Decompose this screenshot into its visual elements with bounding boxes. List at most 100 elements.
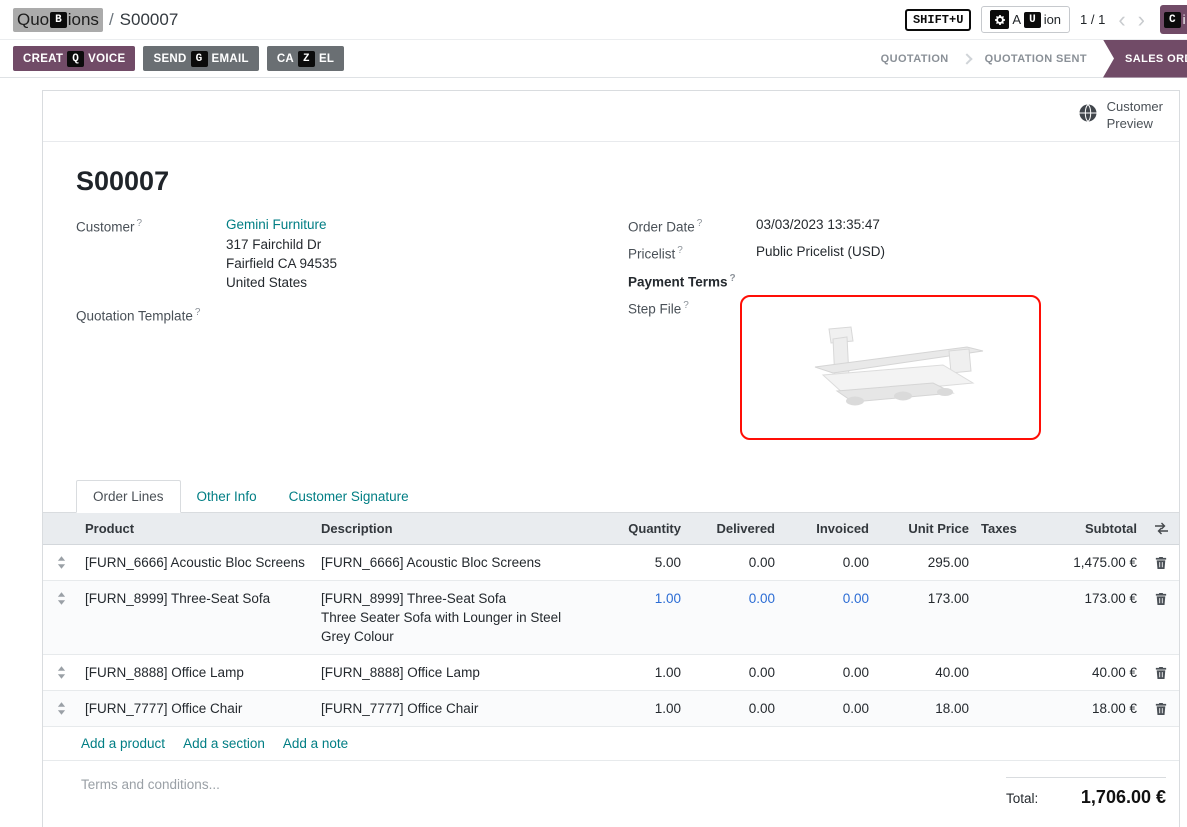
col-unit-price[interactable]: Unit Price [875, 513, 975, 544]
cell-taxes[interactable] [975, 655, 1025, 690]
drag-handle-icon[interactable] [43, 545, 79, 580]
cell-taxes[interactable] [975, 545, 1025, 580]
statusbar: QUOTATION QUOTATION SENTSALES ORDER [865, 40, 1187, 77]
cell-delivered[interactable]: 0.00 [687, 655, 781, 690]
cell-delivered[interactable]: 0.00 [687, 691, 781, 726]
cell-invoiced[interactable]: 0.00 [781, 691, 875, 726]
address-line: United States [226, 273, 628, 292]
create-invoice-button[interactable]: CREAT Q VOICE [13, 46, 135, 71]
cell-description[interactable]: [FURN_7777] Office Chair [315, 691, 587, 726]
delete-row-icon[interactable] [1143, 655, 1179, 690]
drag-handle-icon[interactable] [43, 581, 79, 654]
hotkey-badge: Z [298, 51, 315, 67]
drag-handle-icon[interactable] [43, 691, 79, 726]
send-email-label-prefix: SEND [153, 53, 186, 65]
address-line: Fairfield CA 94535 [226, 254, 628, 273]
order-date-value[interactable]: 03/03/2023 13:35:47 [756, 217, 1146, 232]
status-quotation[interactable]: QUOTATION [865, 53, 965, 65]
cell-product[interactable]: [FURN_7777] Office Chair [79, 691, 315, 726]
order-date-field-label: Order Date? [628, 217, 756, 235]
tab-other-info[interactable]: Other Info [181, 480, 273, 512]
cell-quantity[interactable]: 1.00 [587, 655, 687, 690]
cell-product[interactable]: [FURN_6666] Acoustic Bloc Screens [79, 545, 315, 580]
pager-next-button[interactable]: › [1133, 10, 1150, 30]
totals-block: Total: 1,706.00 € [1006, 777, 1166, 808]
cell-invoiced[interactable]: 0.00 [781, 655, 875, 690]
form-sheet: CustomerPreview S00007 Customer? Gemini … [42, 90, 1180, 827]
cell-subtotal: 1,475.00 € [1025, 545, 1143, 580]
description-line: [FURN_6666] Acoustic Bloc Screens [321, 553, 581, 572]
edge-create-button[interactable]: Ci [1160, 5, 1187, 34]
hotkey-badge: Q [67, 51, 84, 67]
cell-product[interactable]: [FURN_8999] Three-Seat Sofa [79, 581, 315, 654]
status-sales-order[interactable]: SALES ORDER [1103, 40, 1187, 78]
optional-columns-icon[interactable] [1143, 513, 1179, 544]
breadcrumb-separator: / [109, 10, 114, 30]
cell-taxes[interactable] [975, 691, 1025, 726]
order-line-row[interactable]: [FURN_8888] Office Lamp[FURN_8888] Offic… [43, 655, 1179, 691]
col-subtotal[interactable]: Subtotal [1025, 513, 1143, 544]
add-a-note-link[interactable]: Add a note [283, 736, 348, 751]
col-delivered[interactable]: Delivered [687, 513, 781, 544]
order-lines-body: [FURN_6666] Acoustic Bloc Screens [FURN_6… [43, 545, 1179, 727]
terms-placeholder[interactable]: Terms and conditions... [81, 777, 220, 808]
pager-prev-button[interactable]: ‹ [1113, 10, 1130, 30]
tab-order-lines[interactable]: Order Lines [76, 480, 181, 513]
cell-delivered[interactable]: 0.00 [687, 545, 781, 580]
col-product[interactable]: Product [79, 513, 315, 544]
cell-quantity[interactable]: 5.00 [587, 545, 687, 580]
cell-delivered[interactable]: 0.00 [687, 581, 781, 654]
send-email-button[interactable]: SENDGEMAIL [143, 46, 258, 71]
delete-row-icon[interactable] [1143, 545, 1179, 580]
cell-quantity[interactable]: 1.00 [587, 691, 687, 726]
create-invoice-label-suffix: VOICE [88, 53, 125, 65]
cancel-button[interactable]: CAZEL [267, 46, 344, 71]
customer-value-link[interactable]: Gemini Furniture [226, 217, 628, 232]
order-lines-footer: Add a product Add a section Add a note [43, 727, 1179, 761]
col-taxes[interactable]: Taxes [975, 513, 1025, 544]
customer-preview-label: CustomerPreview [1107, 99, 1163, 133]
cell-description[interactable]: [FURN_8888] Office Lamp [315, 655, 587, 690]
field-group-left: Customer? Gemini Furniture 317 Fairchild… [76, 217, 628, 334]
drag-handle-icon[interactable] [43, 655, 79, 690]
description-line: Three Seater Sofa with Lounger in Steel … [321, 608, 581, 646]
status-quotation-sent[interactable]: QUOTATION SENT [969, 53, 1103, 65]
total-label: Total: [1006, 791, 1038, 806]
delete-row-icon[interactable] [1143, 581, 1179, 654]
col-description[interactable]: Description [315, 513, 587, 544]
cell-product[interactable]: [FURN_8888] Office Lamp [79, 655, 315, 690]
action-menu-button[interactable]: AUion [981, 6, 1070, 33]
cell-unit-price[interactable]: 18.00 [875, 691, 975, 726]
order-line-row[interactable]: [FURN_8999] Three-Seat Sofa[FURN_8999] T… [43, 581, 1179, 655]
cell-quantity[interactable]: 1.00 [587, 581, 687, 654]
tab-customer-signature[interactable]: Customer Signature [273, 480, 425, 512]
col-quantity[interactable]: Quantity [587, 513, 687, 544]
order-line-row[interactable]: [FURN_7777] Office Chair[FURN_7777] Offi… [43, 691, 1179, 727]
hotkey-badge: G [191, 51, 208, 67]
breadcrumb-quotations-link[interactable]: QuoBions [13, 8, 103, 32]
cell-taxes[interactable] [975, 581, 1025, 654]
customer-preview-link[interactable]: CustomerPreview [1078, 99, 1163, 133]
cell-unit-price[interactable]: 40.00 [875, 655, 975, 690]
help-marker: ? [697, 218, 703, 229]
col-invoiced[interactable]: Invoiced [781, 513, 875, 544]
add-a-product-link[interactable]: Add a product [81, 736, 165, 751]
cell-invoiced[interactable]: 0.00 [781, 581, 875, 654]
order-line-row[interactable]: [FURN_6666] Acoustic Bloc Screens [FURN_6… [43, 545, 1179, 581]
cell-unit-price[interactable]: 295.00 [875, 545, 975, 580]
cell-description[interactable]: [FURN_6666] Acoustic Bloc Screens [315, 545, 587, 580]
create-invoice-label-prefix: CREAT [23, 53, 63, 65]
step-file-image-field[interactable] [740, 295, 1041, 440]
field-group-right: Order Date? 03/03/2023 13:35:47 Pricelis… [628, 217, 1146, 451]
cell-unit-price[interactable]: 173.00 [875, 581, 975, 654]
total-value: 1,706.00 € [1081, 787, 1166, 808]
delete-row-icon[interactable] [1143, 691, 1179, 726]
sheet-bottom: Terms and conditions... Total: 1,706.00 … [43, 761, 1179, 808]
field-groups: Customer? Gemini Furniture 317 Fairchild… [43, 217, 1179, 451]
hotkey-badge: C [1164, 12, 1181, 28]
cell-invoiced[interactable]: 0.00 [781, 545, 875, 580]
pricelist-value[interactable]: Public Pricelist (USD) [756, 244, 1146, 259]
cell-description[interactable]: [FURN_8999] Three-Seat SofaThree Seater … [315, 581, 587, 654]
add-a-section-link[interactable]: Add a section [183, 736, 265, 751]
sheet-header: CustomerPreview [43, 91, 1179, 142]
